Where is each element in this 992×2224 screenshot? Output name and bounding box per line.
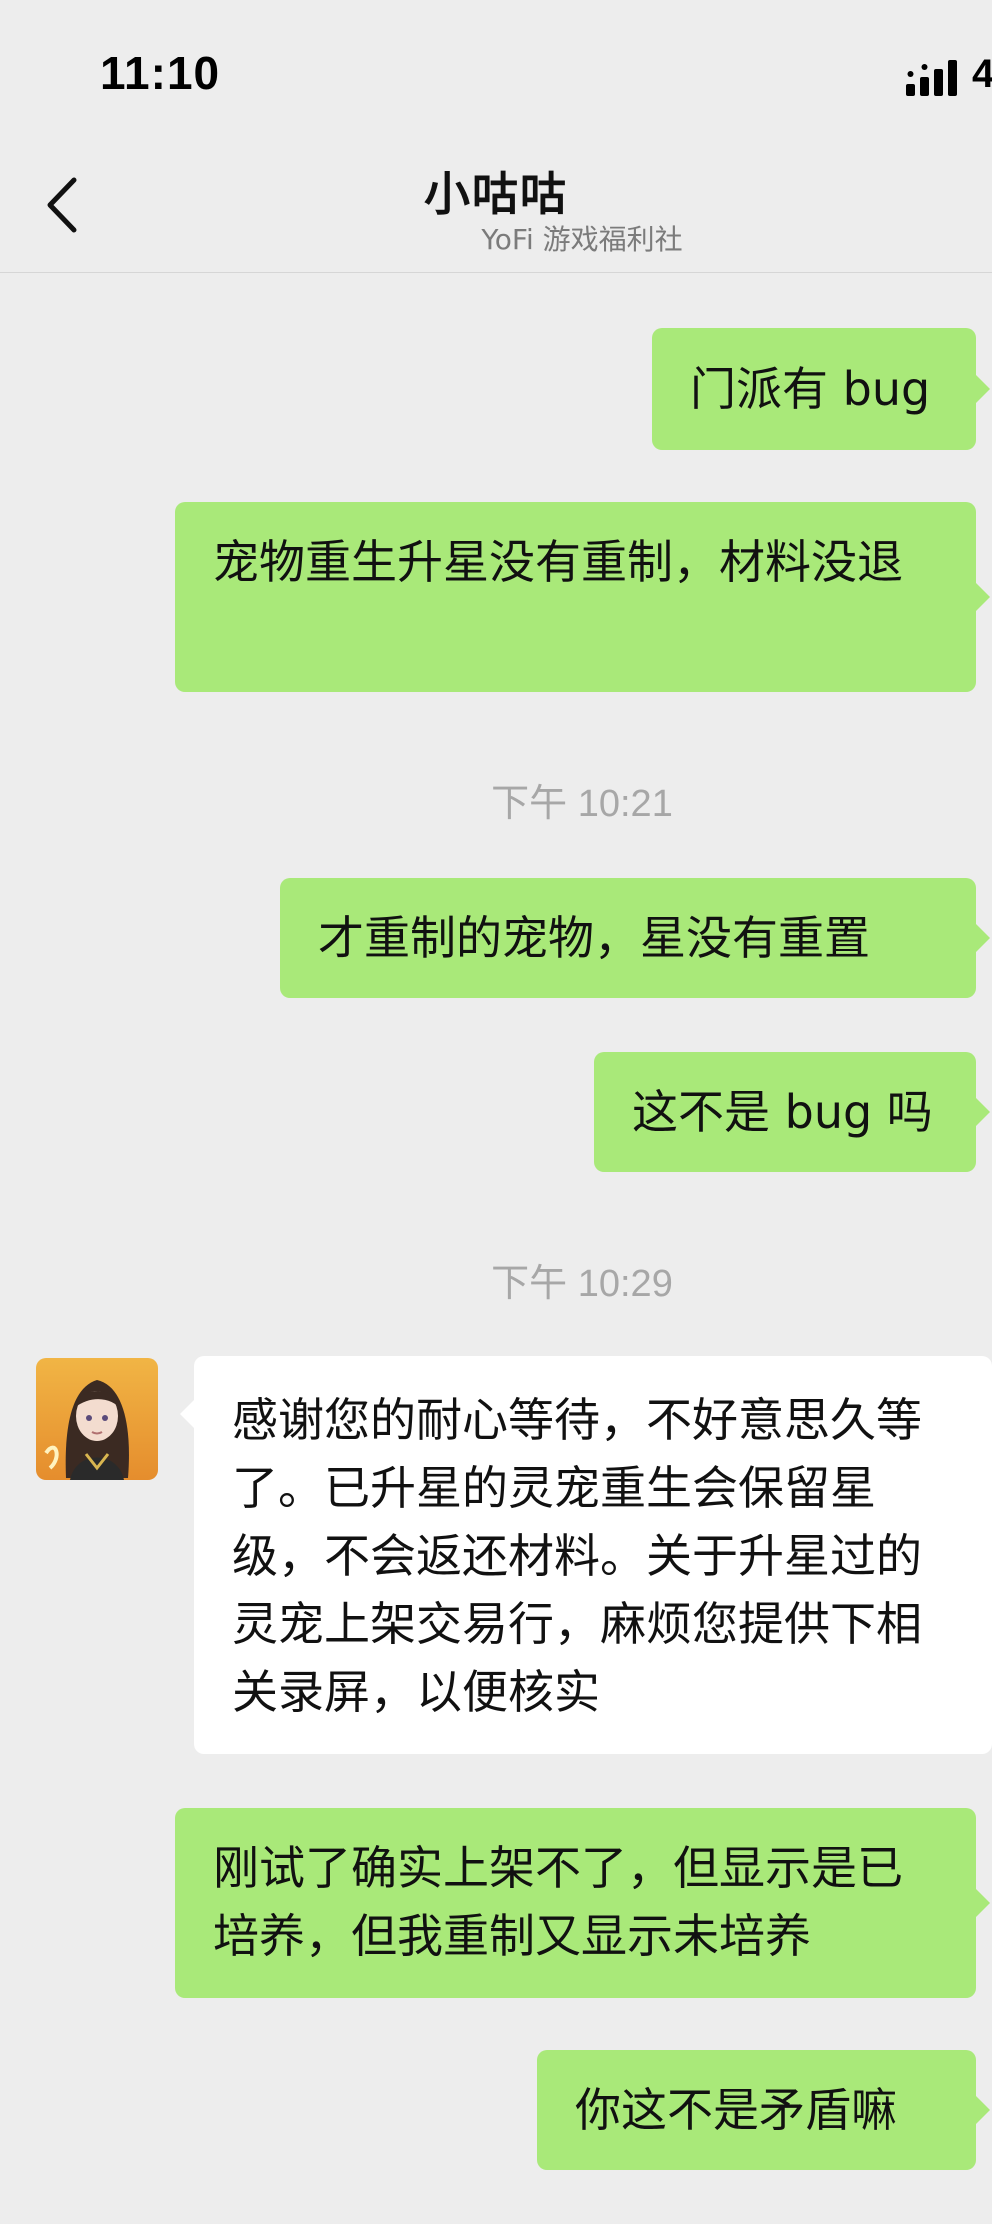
- message-text: 刚试了确实上架不了，但显示是已培养，但我重制又显示未培养: [213, 1841, 903, 1963]
- message-text: 才重制的宠物，星没有重置: [318, 911, 870, 965]
- message-bubble-sent[interactable]: 你这不是矛盾嘛: [537, 2050, 990, 2170]
- message-bubble-sent[interactable]: 这不是 bug 吗: [594, 1052, 990, 1172]
- signal-strength-icon: [906, 60, 957, 96]
- chat-subtitle: YoFi 游戏福利社: [481, 223, 683, 256]
- contact-avatar[interactable]: [36, 1358, 158, 1480]
- message-bubble-sent[interactable]: 才重制的宠物，星没有重置: [280, 878, 990, 998]
- message-text: 感谢您的耐心等待，不好意思久等了。已升星的灵宠重生会保留星级，不会返还材料。关于…: [232, 1393, 922, 1719]
- chat-header: 小咕咕 YoFi 游戏福利社: [0, 140, 992, 273]
- message-text: 宠物重生升星没有重制，材料没退: [213, 535, 903, 589]
- avatar-image: [36, 1358, 158, 1480]
- message-bubble-sent[interactable]: 门派有 bug: [652, 328, 990, 450]
- network-type-label: 4: [972, 52, 992, 96]
- message-text: 门派有 bug: [690, 362, 931, 416]
- message-bubble-sent[interactable]: 宠物重生升星没有重制，材料没退: [175, 502, 990, 692]
- status-time: 11:10: [100, 47, 221, 99]
- message-bubble-sent[interactable]: 刚试了确实上架不了，但显示是已培养，但我重制又显示未培养: [175, 1808, 990, 1998]
- message-timestamp: 下午 10:29: [491, 1263, 673, 1305]
- message-text: 这不是 bug 吗: [632, 1085, 933, 1139]
- message-text: 你这不是矛盾嘛: [575, 2083, 897, 2137]
- status-bar: 11:10 4: [0, 0, 992, 140]
- chat-title: 小咕咕: [424, 167, 568, 221]
- message-bubble-received[interactable]: 感谢您的耐心等待，不好意思久等了。已升星的灵宠重生会保留星级，不会返还材料。关于…: [180, 1356, 992, 1754]
- message-timestamp: 下午 10:21: [491, 783, 673, 825]
